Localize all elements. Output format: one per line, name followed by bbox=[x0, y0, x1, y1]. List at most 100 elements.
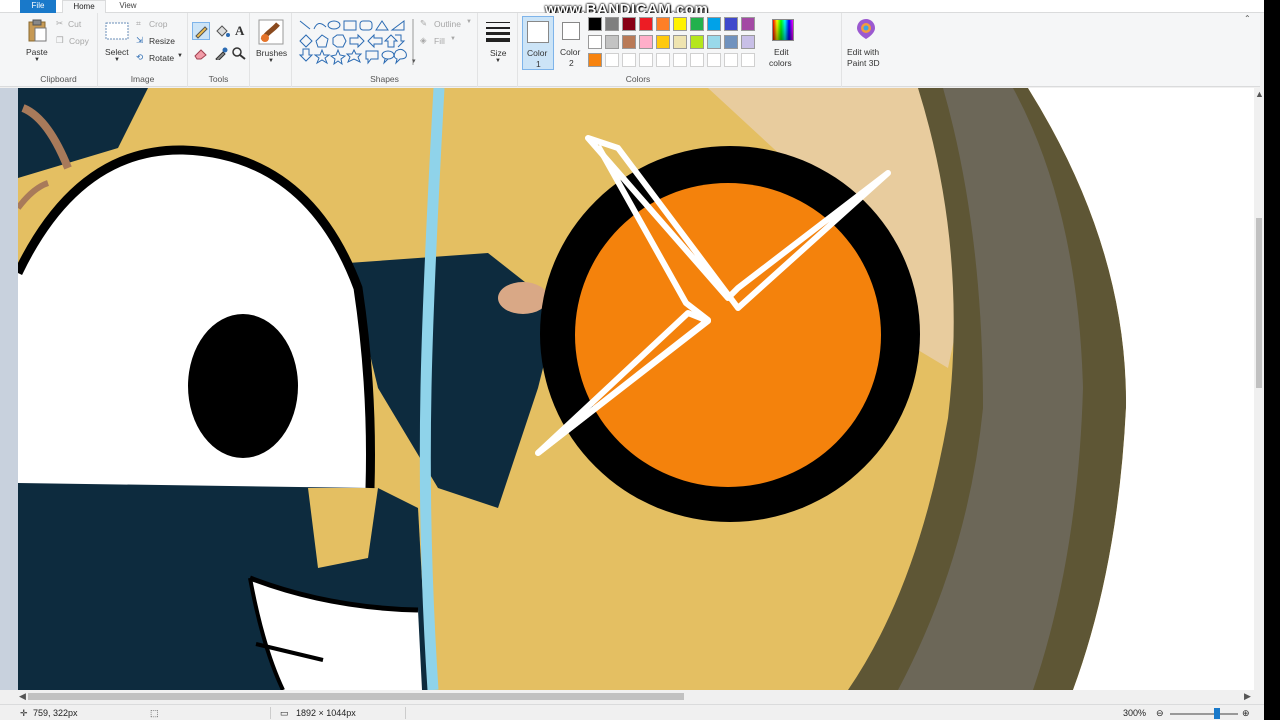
scissors-icon: ✂ bbox=[56, 18, 64, 28]
tab-view[interactable]: View bbox=[108, 0, 148, 13]
palette-swatch[interactable] bbox=[588, 53, 602, 67]
vertical-scroll-thumb[interactable] bbox=[1256, 218, 1262, 388]
palette-empty-swatch[interactable] bbox=[656, 53, 670, 67]
colors-group-label: Colors bbox=[625, 74, 651, 84]
scroll-up-icon[interactable]: ▲ bbox=[1255, 89, 1264, 99]
fill-tool[interactable] bbox=[213, 22, 231, 40]
palette-swatch[interactable] bbox=[707, 35, 721, 49]
zoom-out-icon[interactable]: ⊖ bbox=[1156, 708, 1164, 719]
crop-button[interactable]: ⌗ Crop bbox=[136, 18, 184, 30]
copy-label: Copy bbox=[69, 36, 89, 46]
vertical-scrollbar[interactable]: ▲ bbox=[1254, 88, 1264, 690]
palette-swatch[interactable] bbox=[673, 17, 687, 31]
palette-swatch[interactable] bbox=[724, 17, 738, 31]
palette-swatch[interactable] bbox=[690, 17, 704, 31]
palette-swatch[interactable] bbox=[724, 35, 738, 49]
paint3d-group: Edit with Paint 3D bbox=[842, 13, 912, 87]
size-group: Size ▼ bbox=[478, 13, 518, 87]
shapes-gallery[interactable]: ▾ bbox=[296, 17, 418, 67]
line-size-icon bbox=[486, 22, 510, 42]
colors-group: Color 1 Color 2 Edit colors Colors bbox=[518, 13, 842, 87]
pencil-tool[interactable] bbox=[192, 22, 210, 40]
palette-swatch[interactable] bbox=[741, 17, 755, 31]
palette-swatch[interactable] bbox=[588, 35, 602, 49]
color2-button[interactable]: Color 2 bbox=[556, 16, 586, 70]
select-button[interactable]: Select ▼ bbox=[102, 19, 132, 67]
palette-swatch[interactable] bbox=[656, 35, 670, 49]
chevron-down-icon: ▼ bbox=[34, 57, 40, 63]
scroll-right-icon[interactable]: ▶ bbox=[1244, 691, 1251, 702]
zoom-slider[interactable] bbox=[1170, 713, 1238, 715]
cursor-position: 759, 322px bbox=[33, 708, 78, 718]
palette-swatch[interactable] bbox=[588, 17, 602, 31]
cut-button[interactable]: ✂ Cut bbox=[56, 18, 96, 30]
resize-icon: ⇲ bbox=[136, 35, 144, 45]
horizontal-scrollbar[interactable]: ◀ ▶ bbox=[18, 690, 1258, 702]
palette-empty-swatch[interactable] bbox=[741, 53, 755, 67]
paint3d-label-2: Paint 3D bbox=[847, 58, 880, 68]
canvas-size: 1892 × 1044px bbox=[296, 708, 356, 718]
copy-button[interactable]: ❐ Copy bbox=[56, 35, 96, 47]
palette-swatch[interactable] bbox=[707, 17, 721, 31]
palette-empty-swatch[interactable] bbox=[639, 53, 653, 67]
zoom-in-icon[interactable]: ⊕ bbox=[1242, 708, 1250, 719]
paste-icon bbox=[28, 19, 47, 42]
palette-swatch[interactable] bbox=[622, 17, 636, 31]
canvas-drawing bbox=[18, 88, 1258, 690]
palette-swatch[interactable] bbox=[741, 35, 755, 49]
eraser-tool[interactable] bbox=[193, 46, 211, 62]
color2-label: Color bbox=[560, 47, 581, 57]
eraser-icon bbox=[194, 49, 207, 60]
palette-empty-swatch[interactable] bbox=[724, 53, 738, 67]
edit-colors-label-2: colors bbox=[769, 58, 792, 68]
rotate-button[interactable]: ⟲ Rotate ▼ bbox=[136, 52, 186, 64]
paste-button[interactable]: Paste ▼ bbox=[24, 17, 50, 65]
rotate-label: Rotate bbox=[149, 53, 175, 63]
fill-icon bbox=[216, 25, 230, 37]
zoom-slider-thumb[interactable] bbox=[1214, 708, 1220, 719]
palette-empty-swatch[interactable] bbox=[690, 53, 704, 67]
selection-size-icon: ⬚ bbox=[150, 708, 159, 718]
shapes-group: ▾ ✎ Outline ▼ ◈ Fill ▼ Shapes bbox=[292, 13, 478, 87]
fill-label: Fill bbox=[434, 36, 445, 46]
drawing-canvas[interactable] bbox=[18, 88, 1258, 690]
palette-swatch[interactable] bbox=[656, 17, 670, 31]
tools-group-label: Tools bbox=[208, 74, 229, 84]
palette-empty-swatch[interactable] bbox=[605, 53, 619, 67]
palette-empty-swatch[interactable] bbox=[707, 53, 721, 67]
size-button[interactable]: Size ▼ bbox=[482, 17, 514, 69]
fill-button[interactable]: ◈ Fill ▼ bbox=[420, 35, 460, 47]
palette-swatch[interactable] bbox=[622, 35, 636, 49]
palette-swatch[interactable] bbox=[605, 17, 619, 31]
palette-swatch[interactable] bbox=[605, 35, 619, 49]
horizontal-scroll-thumb[interactable] bbox=[28, 693, 684, 700]
chevron-down-icon: ▼ bbox=[177, 53, 183, 59]
brush-icon bbox=[258, 19, 284, 45]
tab-home[interactable]: Home bbox=[62, 0, 106, 14]
brushes-button[interactable]: Brushes ▼ bbox=[254, 17, 288, 69]
magnifier-tool[interactable] bbox=[231, 46, 247, 62]
resize-button[interactable]: ⇲ Resize bbox=[136, 35, 184, 47]
color1-number: 1 bbox=[536, 59, 541, 69]
color1-button[interactable]: Color 1 bbox=[522, 16, 554, 70]
palette-swatch[interactable] bbox=[673, 35, 687, 49]
palette-empty-swatch[interactable] bbox=[622, 53, 636, 67]
outline-button[interactable]: ✎ Outline ▼ bbox=[420, 18, 476, 30]
rainbow-palette-icon bbox=[772, 19, 794, 41]
ribbon-collapse-icon[interactable]: ⌃ bbox=[1244, 14, 1258, 26]
color-picker-tool[interactable] bbox=[213, 46, 229, 62]
rotate-icon: ⟲ bbox=[136, 52, 144, 62]
palette-empty-swatch[interactable] bbox=[673, 53, 687, 67]
palette-swatch[interactable] bbox=[639, 35, 653, 49]
shape-fill-icon: ◈ bbox=[420, 35, 427, 45]
tab-file[interactable]: File bbox=[20, 0, 56, 13]
palette-swatch[interactable] bbox=[639, 17, 653, 31]
chevron-down-icon: ▼ bbox=[268, 58, 274, 64]
chevron-down-icon: ▼ bbox=[114, 57, 120, 63]
edit-with-paint3d-button[interactable]: Edit with Paint 3D bbox=[844, 16, 892, 70]
text-tool[interactable]: A bbox=[232, 22, 248, 40]
palette-swatch[interactable] bbox=[690, 35, 704, 49]
scroll-left-icon[interactable]: ◀ bbox=[19, 691, 26, 702]
chevron-down-icon: ▼ bbox=[495, 58, 501, 64]
edit-colors-button[interactable]: Edit colors bbox=[766, 16, 800, 70]
